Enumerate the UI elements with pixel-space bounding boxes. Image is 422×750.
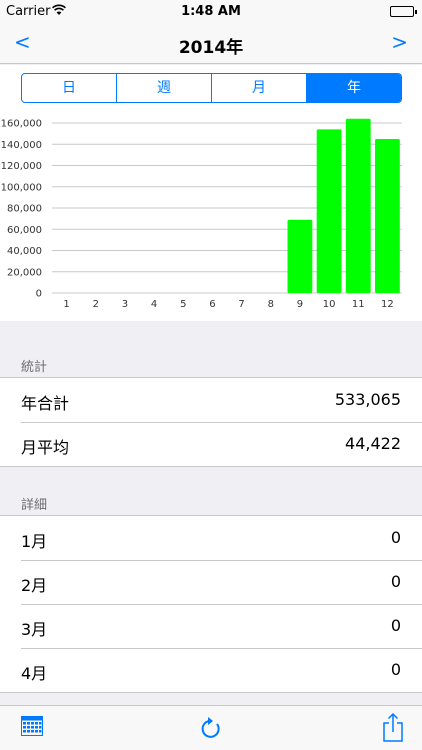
chart-bar xyxy=(375,138,400,293)
status-time: 1:48 AM xyxy=(181,4,241,19)
row-label: 月平均 xyxy=(21,438,70,457)
stat-row-yearly-total: 年合計 533,065 xyxy=(0,378,422,422)
stats-section-header: 統計 xyxy=(21,360,48,375)
page-title: 2014年 xyxy=(178,38,244,58)
x-tick-label: 2 xyxy=(93,299,99,310)
next-year-button[interactable]: > xyxy=(391,30,408,54)
row-value: 0 xyxy=(390,528,401,547)
row-label: 年合計 xyxy=(21,394,70,413)
y-tick-label: 100,000 xyxy=(1,182,42,193)
navigation-bar: < 2014年 > xyxy=(0,24,422,64)
share-icon[interactable] xyxy=(383,712,403,746)
y-tick-label: 40,000 xyxy=(7,246,42,257)
details-list: 1月 0 2月 0 3月 0 4月 0 xyxy=(0,515,422,693)
detail-row[interactable]: 2月 0 xyxy=(0,560,422,604)
detail-row[interactable]: 1月 0 xyxy=(0,516,422,560)
chart-bar xyxy=(316,129,342,293)
x-tick-label: 7 xyxy=(238,299,244,310)
y-tick-label: 80,000 xyxy=(7,204,42,215)
segment-month[interactable]: 月 xyxy=(212,74,307,102)
segment-year[interactable]: 年 xyxy=(307,74,401,102)
status-bar: Carrier 1:48 AM xyxy=(0,0,422,24)
y-tick-label: 0 xyxy=(36,289,42,300)
row-label: 4月 xyxy=(21,664,48,683)
yearly-bar-chart: 0 20,000 40,000 60,000 80,000 100,000 120,000 1… xyxy=(1,118,402,310)
x-tick-label: 4 xyxy=(151,299,157,310)
row-value: 0 xyxy=(390,572,401,591)
chart-panel: 日 週 月 年 0 20,000 40,000 60,000 80,000 100,000… xyxy=(0,65,422,321)
row-label: 1月 xyxy=(21,532,48,551)
row-value: 44,422 xyxy=(345,434,401,453)
chart-bar xyxy=(287,219,313,293)
stat-row-monthly-average: 月平均 44,422 xyxy=(0,422,422,466)
stats-list: 年合計 533,065 月平均 44,422 xyxy=(0,377,422,467)
detail-row[interactable]: 4月 0 xyxy=(0,648,422,692)
x-tick-label: 5 xyxy=(180,299,186,310)
row-value: 0 xyxy=(390,616,401,635)
x-tick-label: 10 xyxy=(323,299,336,310)
chart-bar xyxy=(345,118,371,293)
row-label: 2月 xyxy=(21,576,48,595)
bottom-toolbar xyxy=(0,705,422,750)
y-tick-label: 20,000 xyxy=(7,267,42,278)
x-tick-label: 8 xyxy=(268,299,274,310)
y-tick-label: 140,000 xyxy=(1,140,42,151)
detail-row[interactable]: 3月 0 xyxy=(0,604,422,648)
x-tick-label: 6 xyxy=(209,299,215,310)
row-value: 533,065 xyxy=(334,390,401,409)
refresh-icon[interactable] xyxy=(200,716,222,744)
x-tick-label: 11 xyxy=(352,299,365,310)
row-value: 0 xyxy=(390,660,401,679)
x-tick-label: 1 xyxy=(63,299,69,310)
y-tick-label: 160,000 xyxy=(1,119,42,130)
x-tick-label: 12 xyxy=(381,299,394,310)
segment-week[interactable]: 週 xyxy=(117,74,212,102)
period-segmented-control: 日 週 月 年 xyxy=(21,73,402,103)
segment-day[interactable]: 日 xyxy=(22,74,117,102)
row-label: 3月 xyxy=(21,620,48,639)
details-section-header: 詳細 xyxy=(21,498,48,513)
battery-icon xyxy=(390,6,417,17)
x-tick-label: 9 xyxy=(297,299,303,310)
y-tick-label: 120,000 xyxy=(1,161,42,172)
calendar-icon[interactable] xyxy=(21,716,43,740)
y-tick-label: 60,000 xyxy=(7,225,42,236)
x-tick-label: 3 xyxy=(122,299,128,310)
